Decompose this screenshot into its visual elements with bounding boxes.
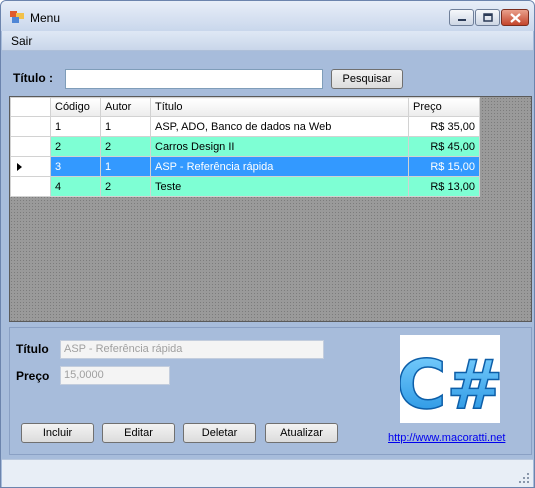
- row-selector-arrow-icon: [17, 162, 22, 171]
- row-header[interactable]: [10, 176, 51, 197]
- main-window: Menu Sair Título : Pesquisar Código Auto…: [0, 0, 535, 488]
- cell-codigo[interactable]: 4: [50, 176, 101, 197]
- cell-preco[interactable]: R$ 35,00: [408, 116, 480, 137]
- table-row-selected[interactable]: 3 1 ASP - Referência rápida R$ 15,00: [10, 156, 480, 177]
- grid-corner-header[interactable]: [10, 97, 51, 117]
- menu-bar: Sair: [2, 31, 533, 51]
- incluir-button[interactable]: Incluir: [21, 423, 94, 443]
- csharp-logo-icon: C#: [396, 345, 504, 426]
- maximize-icon: [482, 13, 493, 22]
- editar-button[interactable]: Editar: [102, 423, 175, 443]
- minimize-button[interactable]: [449, 9, 474, 26]
- cell-autor[interactable]: 1: [100, 156, 151, 177]
- cell-titulo[interactable]: ASP, ADO, Banco de dados na Web: [150, 116, 409, 137]
- cell-titulo[interactable]: ASP - Referência rápida: [150, 156, 409, 177]
- search-button[interactable]: Pesquisar: [331, 69, 403, 89]
- column-header-titulo[interactable]: Título: [150, 97, 409, 117]
- row-header[interactable]: [10, 116, 51, 137]
- close-button[interactable]: [501, 9, 529, 26]
- detail-preco-label: Preço: [16, 369, 50, 383]
- status-bar: [2, 459, 533, 487]
- cell-codigo[interactable]: 3: [50, 156, 101, 177]
- cell-preco[interactable]: R$ 45,00: [408, 136, 480, 157]
- macoratti-link[interactable]: http://www.macoratti.net: [388, 432, 505, 444]
- detail-preco-field[interactable]: 15,0000: [60, 366, 170, 385]
- detail-titulo-field[interactable]: ASP - Referência rápida: [60, 340, 324, 359]
- csharp-logo: C#: [396, 335, 504, 426]
- deletar-button[interactable]: Deletar: [183, 423, 256, 443]
- row-header[interactable]: [10, 156, 51, 177]
- column-header-preco[interactable]: Preço: [408, 97, 480, 117]
- cell-autor[interactable]: 2: [100, 136, 151, 157]
- grid-header-row: Código Autor Título Preço: [10, 97, 480, 117]
- svg-text:C#: C#: [400, 346, 500, 423]
- row-header[interactable]: [10, 136, 51, 157]
- resize-grip-icon[interactable]: [519, 473, 529, 483]
- menu-item-sair[interactable]: Sair: [9, 34, 34, 48]
- books-grid[interactable]: Código Autor Título Preço 1 1 ASP, ADO, …: [9, 96, 532, 322]
- search-title-input[interactable]: [65, 69, 323, 89]
- cell-preco[interactable]: R$ 15,00: [408, 156, 480, 177]
- table-row[interactable]: 4 2 Teste R$ 13,00: [10, 176, 480, 197]
- cell-preco[interactable]: R$ 13,00: [408, 176, 480, 197]
- title-bar[interactable]: Menu: [1, 1, 534, 31]
- column-header-autor[interactable]: Autor: [100, 97, 151, 117]
- app-icon: [10, 11, 24, 23]
- close-icon: [509, 12, 521, 23]
- cell-codigo[interactable]: 2: [50, 136, 101, 157]
- window-title: Menu: [30, 11, 61, 25]
- atualizar-button[interactable]: Atualizar: [265, 423, 338, 443]
- detail-titulo-label: Título: [16, 342, 49, 356]
- maximize-button[interactable]: [475, 9, 500, 26]
- minimize-icon: [457, 18, 466, 21]
- cell-titulo[interactable]: Teste: [150, 176, 409, 197]
- cell-autor[interactable]: 1: [100, 116, 151, 137]
- table-row[interactable]: 2 2 Carros Design II R$ 45,00: [10, 136, 480, 157]
- column-header-codigo[interactable]: Código: [50, 97, 101, 117]
- search-title-label: Título :: [13, 71, 53, 85]
- cell-codigo[interactable]: 1: [50, 116, 101, 137]
- cell-autor[interactable]: 2: [100, 176, 151, 197]
- cell-titulo[interactable]: Carros Design II: [150, 136, 409, 157]
- books-table: Código Autor Título Preço 1 1 ASP, ADO, …: [10, 97, 480, 197]
- table-row[interactable]: 1 1 ASP, ADO, Banco de dados na Web R$ 3…: [10, 116, 480, 137]
